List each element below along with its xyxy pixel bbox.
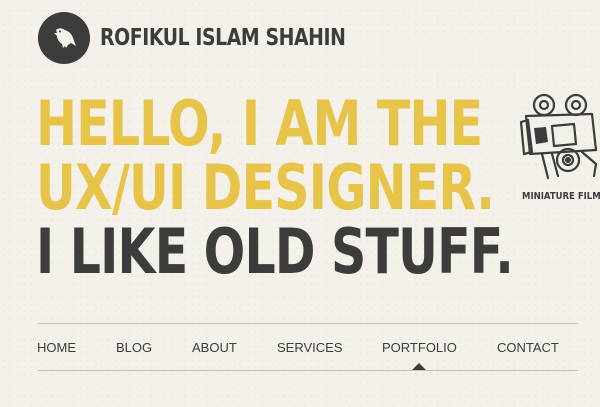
headline-line-2: UX/UI DESIGNER. [36,151,495,224]
illustration-caption: MINIATURE FILM [522,191,600,202]
headline-line-3: I LIKE OLD STUFF. [36,215,514,288]
crow-icon [38,12,90,64]
site-logo[interactable]: ROFIKUL ISLAM SHAHIN [38,12,399,64]
nav-item-contact[interactable]: CONTACT [497,340,559,355]
film-camera-icon [512,92,600,196]
main-nav: HOME BLOG ABOUT SERVICES PORTFOLIO CONTA… [37,340,597,358]
nav-item-home[interactable]: HOME [37,340,76,355]
nav-item-about[interactable]: ABOUT [192,340,237,355]
site-name: ROFIKUL ISLAM SHAHIN [100,25,346,51]
nav-divider-bottom [38,370,578,371]
nav-item-services[interactable]: SERVICES [277,340,343,355]
nav-item-blog[interactable]: BLOG [116,340,152,355]
nav-divider-top [38,323,578,324]
nav-item-portfolio[interactable]: PORTFOLIO [382,340,457,355]
headline-line-1: HELLO, I AM THE [36,87,483,160]
